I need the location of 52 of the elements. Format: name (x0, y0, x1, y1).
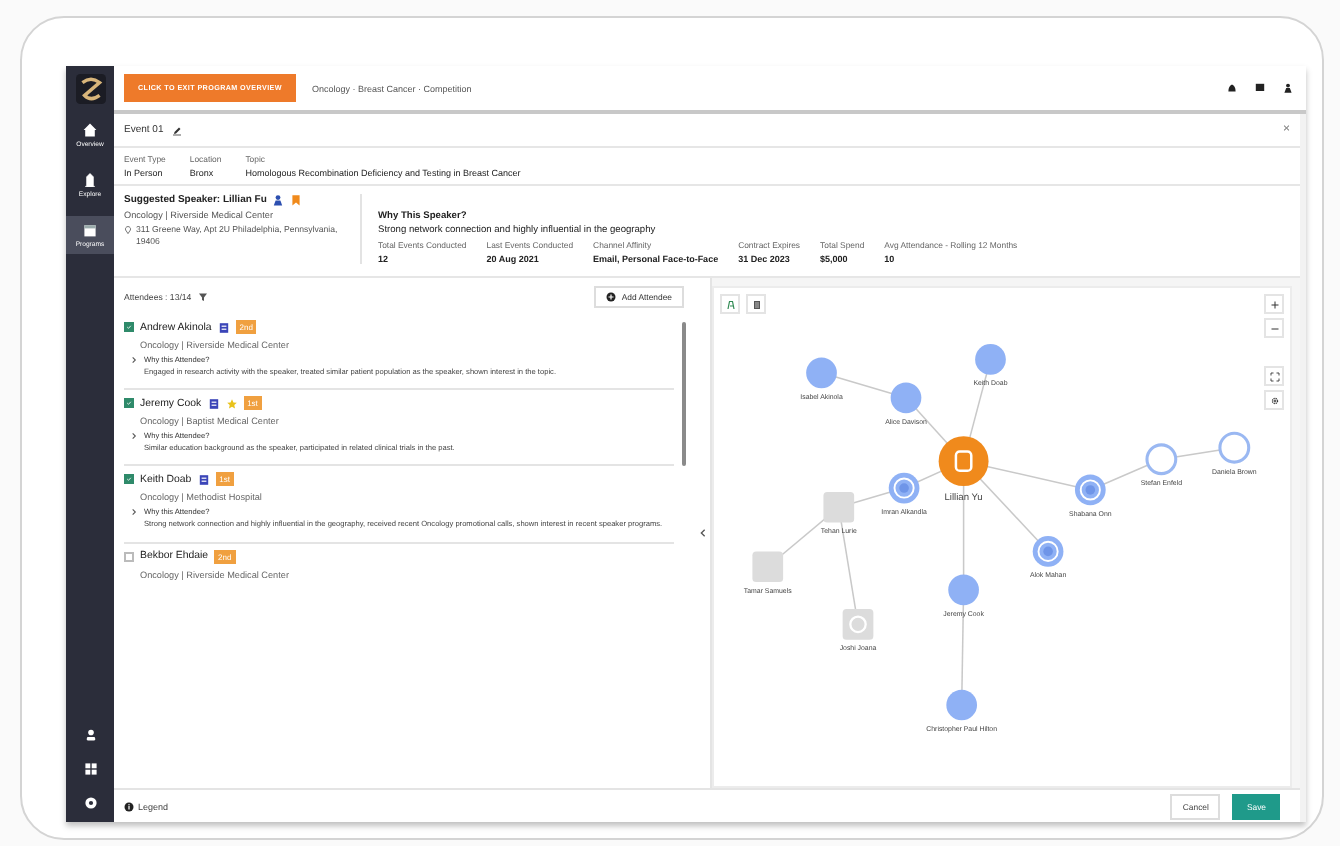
attendee-checkbox[interactable] (124, 551, 134, 562)
plus-icon (1269, 299, 1279, 309)
minus-icon (1269, 323, 1279, 333)
network-node[interactable] (975, 344, 1006, 375)
network-node[interactable] (946, 689, 978, 721)
attendee-checkbox[interactable] (124, 398, 134, 409)
settings-icon (1269, 395, 1279, 405)
network-node[interactable] (1032, 536, 1064, 567)
location-pin-icon (124, 225, 132, 233)
edit-icon[interactable] (171, 125, 182, 135)
help-icon[interactable] (83, 796, 97, 810)
fit-screen-button[interactable] (1264, 366, 1284, 386)
chevron-icon[interactable] (130, 508, 138, 517)
logo-icon (75, 74, 105, 104)
chevron-left-icon (697, 528, 707, 538)
network-node[interactable] (1218, 431, 1251, 464)
bookmark-icon[interactable] (290, 194, 303, 206)
layout-tool-button[interactable] (720, 294, 740, 314)
network-node[interactable] (842, 609, 874, 640)
grid-icon[interactable] (83, 762, 97, 776)
network-node[interactable] (948, 574, 979, 606)
settings-button[interactable] (1264, 390, 1284, 410)
user-icon[interactable] (83, 728, 97, 742)
home-icon (82, 122, 98, 138)
list-tool-button[interactable] (746, 294, 766, 314)
network-node[interactable] (888, 472, 920, 504)
fit-screen-icon (1269, 371, 1279, 381)
scrollbar[interactable] (682, 322, 686, 466)
network-node[interactable] (752, 551, 784, 583)
attendee-checkbox[interactable] (124, 322, 134, 332)
network-node[interactable] (890, 382, 922, 414)
network-node[interactable] (806, 357, 837, 389)
bell-icon[interactable] (1226, 82, 1238, 94)
person-icon (272, 194, 285, 206)
network-node[interactable] (1145, 443, 1178, 476)
network-node[interactable] (1074, 474, 1106, 506)
plus-circle-icon (605, 291, 616, 301)
network-node[interactable] (823, 491, 855, 523)
chevron-icon[interactable] (130, 356, 138, 364)
filter-icon[interactable] (197, 291, 208, 301)
document-icon (751, 299, 761, 309)
info-icon (124, 801, 134, 811)
calendar-icon (82, 222, 98, 238)
building-icon (82, 172, 98, 188)
chevron-icon[interactable] (130, 432, 138, 441)
zoom-in-button[interactable] (1264, 294, 1284, 314)
network-node[interactable] (938, 436, 989, 487)
attendee-checkbox[interactable] (124, 474, 134, 485)
letter-a-icon (725, 299, 735, 309)
people-icon[interactable] (1282, 82, 1294, 94)
message-icon[interactable] (1254, 82, 1266, 94)
zoom-out-button[interactable] (1264, 318, 1284, 338)
